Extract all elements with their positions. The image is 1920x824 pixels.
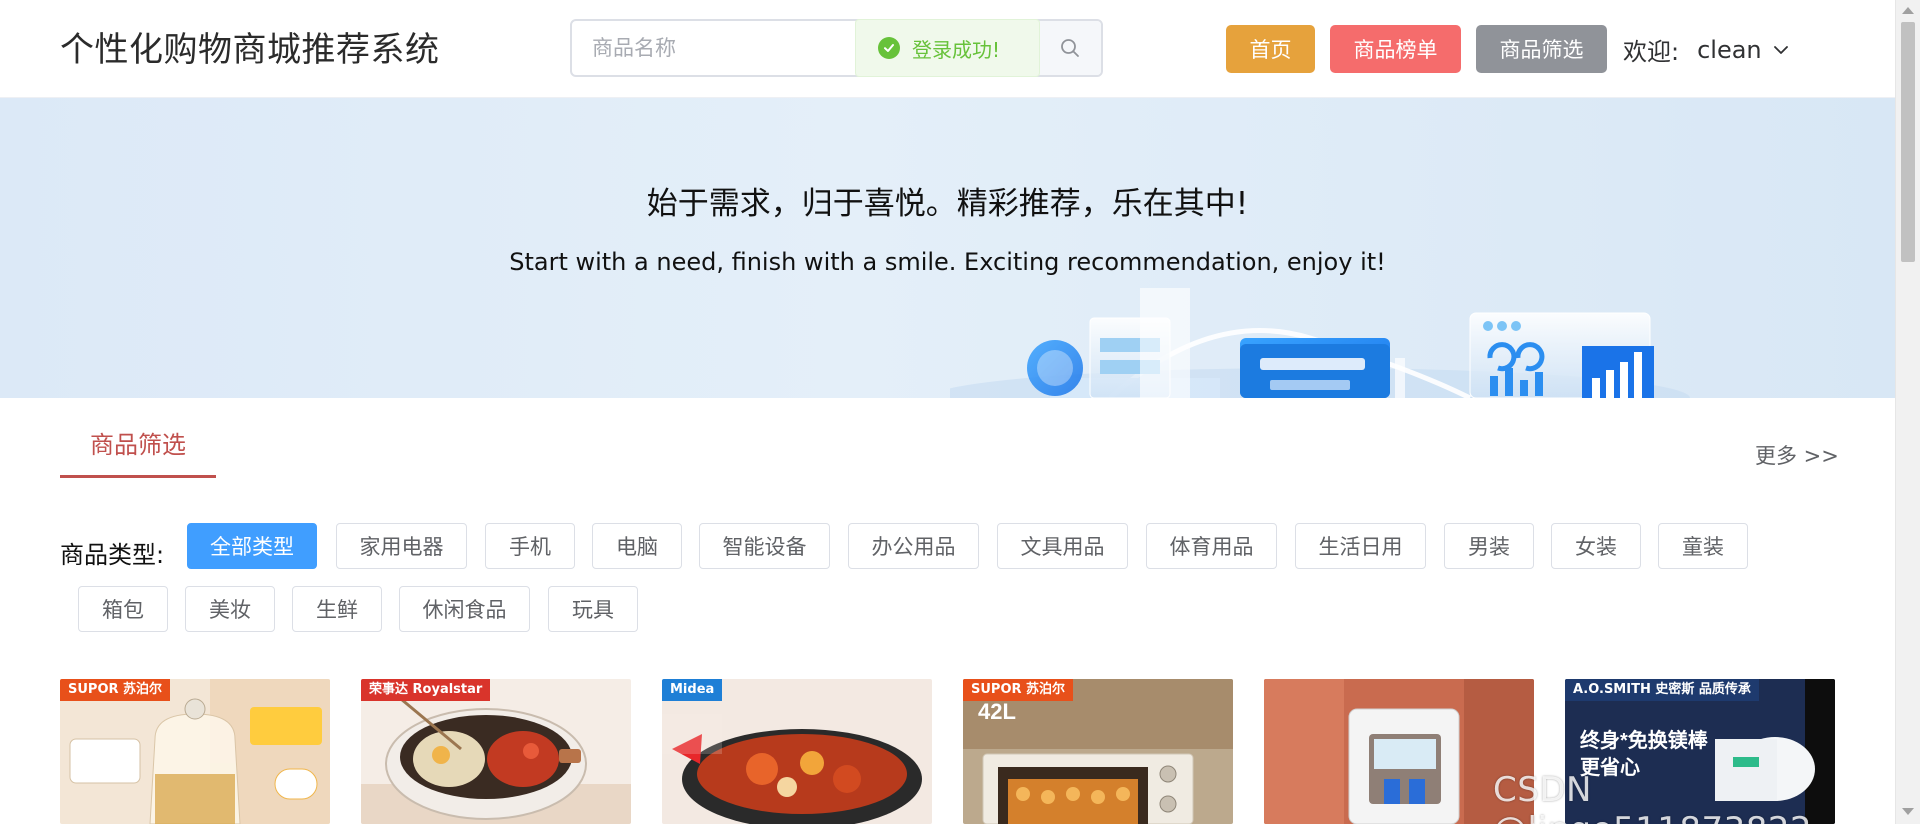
- brand-tag: A.O.SMITH 史密斯 品质传承: [1565, 679, 1759, 701]
- page-scrollbar[interactable]: [1895, 0, 1920, 824]
- category-label: 商品类型:: [60, 541, 165, 569]
- svg-text:42L: 42L: [978, 699, 1016, 724]
- svg-text:更省心: 更省心: [1580, 756, 1640, 779]
- category-chip-appliances[interactable]: 家用电器: [336, 523, 467, 569]
- category-chip-menswear[interactable]: 男装: [1444, 523, 1534, 569]
- toast-message: 登录成功!: [912, 37, 1001, 62]
- category-chip-computers[interactable]: 电脑: [592, 523, 682, 569]
- tab-product-filter[interactable]: 商品筛选: [60, 420, 216, 478]
- category-chip-fresh[interactable]: 生鲜: [292, 586, 382, 632]
- category-chip-beauty[interactable]: 美妆: [185, 586, 275, 632]
- page: 个性化购物商城推荐系统 登录成功! 首页 商品榜单 商品筛选 欢迎: cl: [0, 0, 1920, 824]
- chevron-down-icon: [1773, 45, 1788, 54]
- banner-slogan: 始于需求，归于喜悦。精彩推荐，乐在其中!: [646, 186, 1249, 222]
- category-chip-womenswear[interactable]: 女装: [1551, 523, 1641, 569]
- home-button[interactable]: 首页: [1226, 25, 1315, 73]
- search-button[interactable]: [1038, 21, 1101, 75]
- product-card[interactable]: SUPOR 苏泊尔: [60, 679, 330, 824]
- hero-banner: 始于需求，归于喜悦。精彩推荐，乐在其中! Start with a need, …: [0, 98, 1895, 398]
- category-chip-daily[interactable]: 生活日用: [1295, 523, 1426, 569]
- svg-text:终身*免换镁棒: 终身*免换镁棒: [1580, 728, 1709, 752]
- filter-button[interactable]: 商品筛选: [1476, 25, 1607, 73]
- category-chip-smart-devices[interactable]: 智能设备: [699, 523, 830, 569]
- user-menu[interactable]: 欢迎: clean: [1623, 32, 1790, 67]
- product-card[interactable]: 42L SUPOR 苏泊尔: [963, 679, 1233, 824]
- scroll-up-icon[interactable]: [1902, 7, 1914, 14]
- search-icon: [1061, 39, 1079, 57]
- category-chip-stationery[interactable]: 文具用品: [997, 523, 1128, 569]
- category-chip-phones[interactable]: 手机: [485, 523, 575, 569]
- product-card[interactable]: Midea: [662, 679, 932, 824]
- category-chip-all[interactable]: 全部类型: [187, 523, 317, 569]
- login-success-toast: 登录成功!: [855, 19, 1040, 77]
- brand-tag: SUPOR 苏泊尔: [60, 679, 171, 701]
- top-header: 个性化购物商城推荐系统 登录成功! 首页 商品榜单 商品筛选 欢迎: cl: [0, 0, 1895, 98]
- username: clean: [1697, 35, 1762, 64]
- category-chip-toys[interactable]: 玩具: [548, 586, 638, 632]
- scroll-down-icon[interactable]: [1902, 808, 1914, 815]
- banner-illustration: [950, 288, 1690, 398]
- product-card[interactable]: 终身*免换镁棒 更省心 A.O.SMITH 史密斯 品质传承: [1565, 679, 1835, 824]
- welcome-label: 欢迎:: [1623, 38, 1680, 66]
- product-image: [1264, 679, 1534, 824]
- category-chip-kidswear[interactable]: 童装: [1658, 523, 1748, 569]
- success-check-icon: [878, 37, 900, 59]
- brand-tag: SUPOR 苏泊尔: [963, 679, 1074, 701]
- ranking-button[interactable]: 商品榜单: [1330, 25, 1461, 73]
- category-chip-snacks[interactable]: 休闲食品: [399, 586, 530, 632]
- category-chip-bags[interactable]: 箱包: [78, 586, 168, 632]
- more-link[interactable]: 更多 >>: [1755, 440, 1839, 470]
- app-title: 个性化购物商城推荐系统: [60, 30, 440, 70]
- category-chip-office[interactable]: 办公用品: [848, 523, 979, 569]
- product-card[interactable]: [1264, 679, 1534, 824]
- brand-tag: Midea: [662, 679, 723, 701]
- scroll-thumb[interactable]: [1901, 22, 1915, 262]
- brand-tag: 荣事达 Royalstar: [361, 679, 491, 701]
- category-chip-sports[interactable]: 体育用品: [1146, 523, 1277, 569]
- product-card[interactable]: 荣事达 Royalstar: [361, 679, 631, 824]
